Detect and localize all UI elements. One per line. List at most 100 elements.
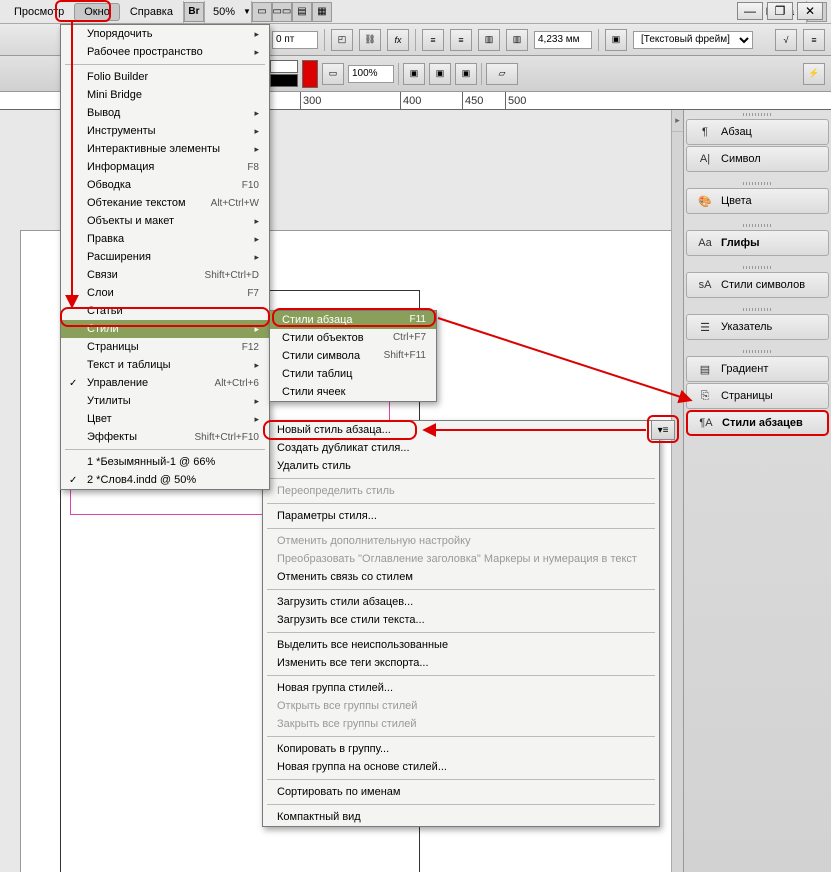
panel-menu-icon[interactable]: ≡	[803, 29, 825, 51]
menu-item[interactable]: Инструменты	[61, 122, 269, 140]
panel-drag-handle[interactable]	[684, 263, 831, 271]
fit-1-icon[interactable]: ▣	[403, 63, 425, 85]
align-mid-icon[interactable]: ≡	[450, 29, 472, 51]
context-item[interactable]: Новая группа на основе стилей...	[263, 758, 659, 776]
pt-field[interactable]	[272, 31, 318, 49]
fx-icon[interactable]: fx	[387, 29, 409, 51]
context-item[interactable]: Копировать в группу...	[263, 740, 659, 758]
columns-icon[interactable]: ▥	[478, 29, 500, 51]
menu-item-label: Обтекание текстом	[87, 197, 186, 209]
corner-icon[interactable]: ◰	[331, 29, 353, 51]
menu-item[interactable]: Правка	[61, 230, 269, 248]
expand-panels-icon[interactable]: ▸	[672, 110, 683, 132]
context-item[interactable]: Загрузить все стили текста...	[263, 611, 659, 629]
fit-2-icon[interactable]: ▣	[429, 63, 451, 85]
menu-item-label: Утилиты	[87, 395, 131, 407]
context-item[interactable]: Новый стиль абзаца...	[263, 421, 659, 439]
menu-item[interactable]: ИнформацияF8	[61, 158, 269, 176]
context-item[interactable]: Сортировать по именам	[263, 783, 659, 801]
panel-item[interactable]: ¶Абзац	[686, 119, 829, 145]
menu-item[interactable]: Расширения	[61, 248, 269, 266]
frame-options-icon[interactable]: ▣	[605, 29, 627, 51]
view-mode-4-icon[interactable]: ▦	[312, 2, 332, 22]
submenu-label: Стили ячеек	[282, 386, 345, 398]
view-mode-2-icon[interactable]: ▭▭	[272, 2, 292, 22]
panel-flyout-button[interactable]: ▾≡	[651, 420, 675, 440]
panel-item[interactable]: A|Символ	[686, 146, 829, 172]
submenu-item[interactable]: Стили абзацаF11	[270, 311, 436, 329]
menu-item[interactable]: Стили	[61, 320, 269, 338]
panel-item[interactable]: ¶AСтили абзацев	[686, 410, 829, 436]
context-item[interactable]: Отменить связь со стилем	[263, 568, 659, 586]
maximize-button[interactable]: ❐	[767, 2, 793, 20]
close-button[interactable]: ✕	[797, 2, 823, 20]
menu-item[interactable]: Folio Builder	[61, 68, 269, 86]
gutter-icon[interactable]: ▥	[506, 29, 528, 51]
context-item[interactable]: Загрузить стили абзацев...	[263, 593, 659, 611]
context-item[interactable]: Создать дубликат стиля...	[263, 439, 659, 457]
context-item[interactable]: Компактный вид	[263, 808, 659, 826]
menu-item[interactable]: СвязиShift+Ctrl+D	[61, 266, 269, 284]
panel-item[interactable]: ⎘Страницы	[686, 383, 829, 409]
menu-help[interactable]: Справка	[120, 3, 183, 21]
submenu-item[interactable]: Стили ячеек	[270, 383, 436, 401]
submenu-item[interactable]: Стили таблиц	[270, 365, 436, 383]
panel-drag-handle[interactable]	[684, 179, 831, 187]
context-item[interactable]: Новая группа стилей...	[263, 679, 659, 697]
panel-item[interactable]: AaГлифы	[686, 230, 829, 256]
context-item[interactable]: Изменить все теги экспорта...	[263, 654, 659, 672]
menu-item[interactable]: Mini Bridge	[61, 86, 269, 104]
menu-item[interactable]: ✓УправлениеAlt+Ctrl+6	[61, 374, 269, 392]
lightning-icon[interactable]: ⚡	[803, 63, 825, 85]
menu-item[interactable]: Вывод	[61, 104, 269, 122]
context-item[interactable]: Удалить стиль	[263, 457, 659, 475]
menu-item[interactable]: Цвет	[61, 410, 269, 428]
menu-item[interactable]: Утилиты	[61, 392, 269, 410]
context-item[interactable]: Параметры стиля...	[263, 507, 659, 525]
panel-drag-handle[interactable]	[684, 347, 831, 355]
bridge-icon[interactable]: Br	[184, 2, 204, 22]
panel-item[interactable]: ▤Градиент	[686, 356, 829, 382]
menu-item[interactable]: 1 *Безымянный-1 @ 66%	[61, 453, 269, 471]
context-item: Закрыть все группы стилей	[263, 715, 659, 733]
panel-drag-handle[interactable]	[684, 221, 831, 229]
root-icon[interactable]: √	[775, 29, 797, 51]
menu-item[interactable]: ЭффектыShift+Ctrl+F10	[61, 428, 269, 446]
menu-item[interactable]: ✓2 *Слов4.indd @ 50%	[61, 471, 269, 489]
menu-item[interactable]: Интерактивные элементы	[61, 140, 269, 158]
menu-item[interactable]: Рабочее пространство	[61, 43, 269, 61]
menu-item[interactable]: СтраницыF12	[61, 338, 269, 356]
view-mode-3-icon[interactable]: ▤	[292, 2, 312, 22]
menu-item[interactable]: Обтекание текстомAlt+Ctrl+W	[61, 194, 269, 212]
menu-view[interactable]: Просмотр	[4, 3, 74, 21]
menu-item[interactable]: Статьи	[61, 302, 269, 320]
context-item: Переопределить стиль	[263, 482, 659, 500]
mm-field[interactable]	[534, 31, 592, 49]
frame-type-select[interactable]: [Текстовый фрейм]	[633, 31, 753, 49]
fit-3-icon[interactable]: ▣	[455, 63, 477, 85]
menu-item[interactable]: Упорядочить	[61, 25, 269, 43]
submenu-item[interactable]: Стили объектовCtrl+F7	[270, 329, 436, 347]
panel-item[interactable]: sAСтили символов	[686, 272, 829, 298]
minimize-button[interactable]: —	[737, 2, 763, 20]
align-top-icon[interactable]: ≡	[422, 29, 444, 51]
scale-field[interactable]	[348, 65, 394, 83]
link-icon[interactable]: ⛓	[359, 29, 381, 51]
menu-item[interactable]: Объекты и макет	[61, 212, 269, 230]
menu-item[interactable]: СлоиF7	[61, 284, 269, 302]
view-mode-1-icon[interactable]: ▭	[252, 2, 272, 22]
panel-item[interactable]: 🎨Цвета	[686, 188, 829, 214]
menu-item[interactable]: Текст и таблицы	[61, 356, 269, 374]
zoom-level[interactable]: 50%	[205, 6, 243, 18]
panel-drag-handle[interactable]	[684, 110, 831, 118]
panel-item[interactable]: ☰Указатель	[686, 314, 829, 340]
bevel-icon[interactable]: ▱	[486, 63, 518, 85]
panel-drag-handle[interactable]	[684, 305, 831, 313]
context-item[interactable]: Выделить все неиспользованные	[263, 636, 659, 654]
swatch-fill-stroke[interactable]	[270, 60, 298, 87]
swatch-accent[interactable]	[302, 60, 318, 88]
align-center-icon[interactable]: ▭	[322, 63, 344, 85]
menu-window[interactable]: Окно	[74, 3, 120, 21]
submenu-item[interactable]: Стили символаShift+F11	[270, 347, 436, 365]
menu-item[interactable]: ОбводкаF10	[61, 176, 269, 194]
